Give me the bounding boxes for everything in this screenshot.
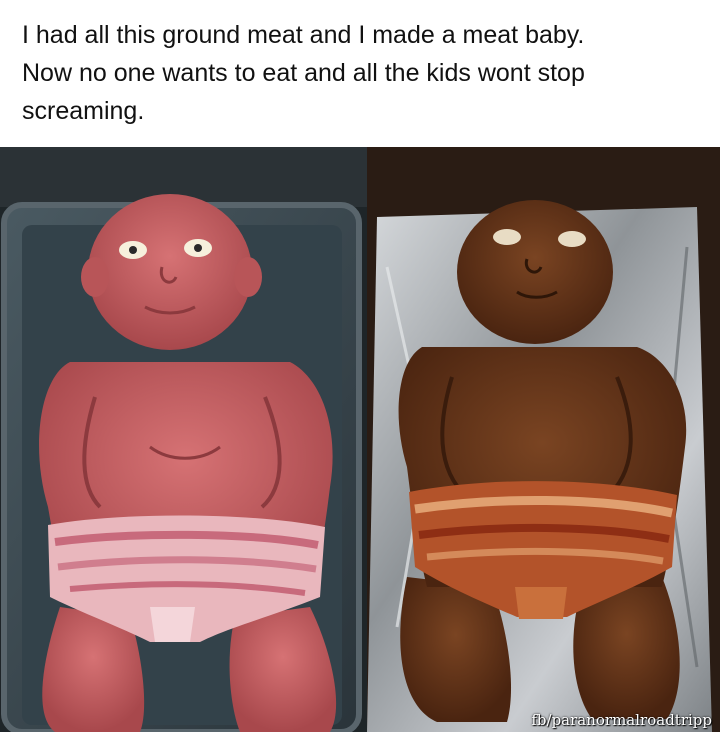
meme-post: I had all this ground meat and I made a … <box>0 0 720 732</box>
raw-meat-baby-photo <box>0 147 367 732</box>
caption-line-3: screaming. <box>22 97 145 125</box>
caption-line-1: I had all this ground meat and I made a … <box>22 21 585 49</box>
meme-caption: I had all this ground meat and I made a … <box>22 16 712 130</box>
watermark: fb/paranormalroadtripp <box>531 711 712 729</box>
cooked-meat-baby-photo: fb/paranormalroadtripp <box>367 147 720 732</box>
caption-line-2: Now no one wants to eat and all the kids… <box>22 59 585 87</box>
